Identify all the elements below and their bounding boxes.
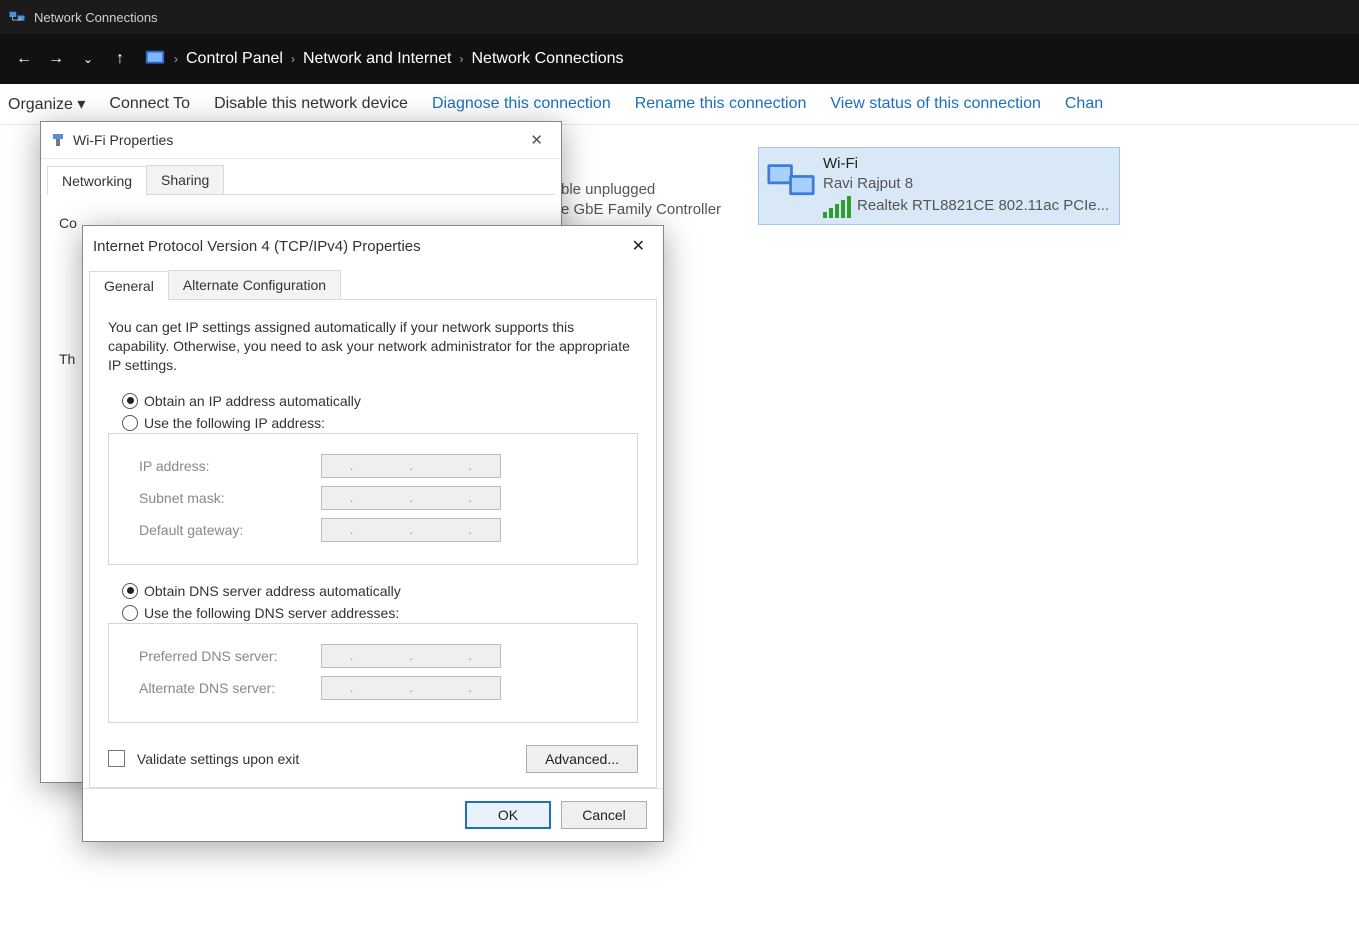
wifi-signal-icon (823, 194, 851, 218)
rename-button[interactable]: Rename this connection (635, 95, 807, 113)
ip-address-input[interactable]: ... (321, 454, 501, 478)
close-button[interactable]: ✕ (624, 232, 653, 260)
dialog-titlebar[interactable]: Internet Protocol Version 4 (TCP/IPv4) P… (83, 226, 663, 266)
radio-icon (122, 415, 138, 431)
ok-button[interactable]: OK (465, 801, 551, 829)
ethernet-status-fragment: ble unplugged (561, 180, 721, 200)
breadcrumb[interactable]: › Control Panel › Network and Internet ›… (144, 48, 624, 70)
radio-icon (122, 393, 138, 409)
radio-label: Obtain an IP address automatically (144, 393, 361, 409)
dialog-title: Internet Protocol Version 4 (TCP/IPv4) P… (93, 238, 421, 255)
radio-label: Obtain DNS server address automatically (144, 583, 401, 599)
preferred-dns-input[interactable]: ... (321, 644, 501, 668)
nav-up-button[interactable]: ↑ (104, 43, 136, 75)
breadcrumb-item[interactable]: Control Panel (186, 50, 283, 68)
diagnose-button[interactable]: Diagnose this connection (432, 95, 611, 113)
subnet-mask-input[interactable]: ... (321, 486, 501, 510)
ip-address-row: IP address: ... (139, 454, 623, 478)
ipv4-properties-dialog: Internet Protocol Version 4 (TCP/IPv4) P… (82, 225, 664, 842)
radio-icon (122, 583, 138, 599)
tab-general[interactable]: General (89, 271, 169, 300)
command-toolbar: Organize ▾ Connect To Disable this netwo… (0, 84, 1359, 125)
connect-to-button[interactable]: Connect To (109, 95, 190, 113)
organize-menu[interactable]: Organize ▾ (8, 94, 85, 114)
tab-bar: Networking Sharing (47, 165, 555, 195)
close-button[interactable]: ✕ (522, 127, 551, 153)
subnet-mask-label: Subnet mask: (139, 490, 309, 506)
ip-address-label: IP address: (139, 458, 309, 474)
radio-label: Use the following IP address: (144, 415, 325, 431)
network-adapter-icon (759, 154, 823, 218)
disable-device-button[interactable]: Disable this network device (214, 95, 408, 113)
radio-use-dns[interactable]: Use the following DNS server addresses: (122, 605, 638, 621)
chevron-right-icon: › (291, 52, 295, 66)
nav-history-dropdown[interactable]: ⌄ (72, 43, 104, 75)
dialog-title: Wi-Fi Properties (73, 132, 173, 148)
tab-alternate-configuration[interactable]: Alternate Configuration (168, 270, 341, 299)
navigation-bar: ← → ⌄ ↑ › Control Panel › Network and In… (0, 34, 1359, 84)
nav-forward-button[interactable]: → (40, 43, 72, 75)
nav-back-button[interactable]: ← (8, 43, 40, 75)
alternate-dns-row: Alternate DNS server: ... (139, 676, 623, 700)
window-titlebar: Network Connections (0, 0, 1359, 34)
advanced-button[interactable]: Advanced... (526, 745, 638, 773)
connection-ssid: Ravi Rajput 8 (823, 174, 1109, 194)
tab-bar: General Alternate Configuration (89, 270, 657, 300)
radio-use-ip[interactable]: Use the following IP address: (122, 415, 638, 431)
view-status-button[interactable]: View status of this connection (830, 95, 1041, 113)
alternate-dns-label: Alternate DNS server: (139, 680, 309, 696)
radio-label: Use the following DNS server addresses: (144, 605, 399, 621)
control-panel-icon (144, 48, 166, 70)
radio-obtain-dns-auto[interactable]: Obtain DNS server address automatically (122, 583, 638, 599)
radio-obtain-ip-auto[interactable]: Obtain an IP address automatically (122, 393, 638, 409)
ethernet-adapter-fragment: e GbE Family Controller (561, 200, 721, 220)
chevron-right-icon: › (459, 52, 463, 66)
adapter-icon (51, 132, 65, 148)
tab-sharing[interactable]: Sharing (146, 165, 224, 194)
radio-icon (122, 605, 138, 621)
description-text: You can get IP settings assigned automat… (108, 318, 638, 375)
cancel-button[interactable]: Cancel (561, 801, 647, 829)
network-connections-icon (8, 8, 26, 26)
default-gateway-input[interactable]: ... (321, 518, 501, 542)
change-settings-button[interactable]: Chan (1065, 95, 1103, 113)
dialog-titlebar[interactable]: Wi-Fi Properties ✕ (41, 122, 561, 159)
dialog-footer: OK Cancel (83, 788, 663, 841)
connection-item-wifi[interactable]: Wi-Fi Ravi Rajput 8 Realtek RTL8821CE 80… (758, 147, 1120, 225)
preferred-dns-row: Preferred DNS server: ... (139, 644, 623, 668)
connection-adapter: Realtek RTL8821CE 802.11ac PCIe... (857, 196, 1109, 216)
window-title: Network Connections (34, 10, 158, 25)
tab-networking[interactable]: Networking (47, 166, 147, 195)
validate-settings-checkbox[interactable]: Validate settings upon exit (108, 750, 299, 767)
checkbox-icon (108, 750, 125, 767)
default-gateway-label: Default gateway: (139, 522, 309, 538)
checkbox-label: Validate settings upon exit (137, 751, 299, 767)
breadcrumb-item[interactable]: Network and Internet (303, 50, 452, 68)
connections-pane: ble unplugged e GbE Family Controller Wi… (0, 125, 1359, 943)
breadcrumb-item[interactable]: Network Connections (471, 50, 623, 68)
default-gateway-row: Default gateway: ... (139, 518, 623, 542)
chevron-right-icon: › (174, 52, 178, 66)
ip-fields-group: IP address: ... Subnet mask: ... Default… (108, 433, 638, 565)
dns-fields-group: Preferred DNS server: ... Alternate DNS … (108, 623, 638, 723)
preferred-dns-label: Preferred DNS server: (139, 648, 309, 664)
alternate-dns-input[interactable]: ... (321, 676, 501, 700)
connection-name: Wi-Fi (823, 154, 1109, 174)
subnet-mask-row: Subnet mask: ... (139, 486, 623, 510)
